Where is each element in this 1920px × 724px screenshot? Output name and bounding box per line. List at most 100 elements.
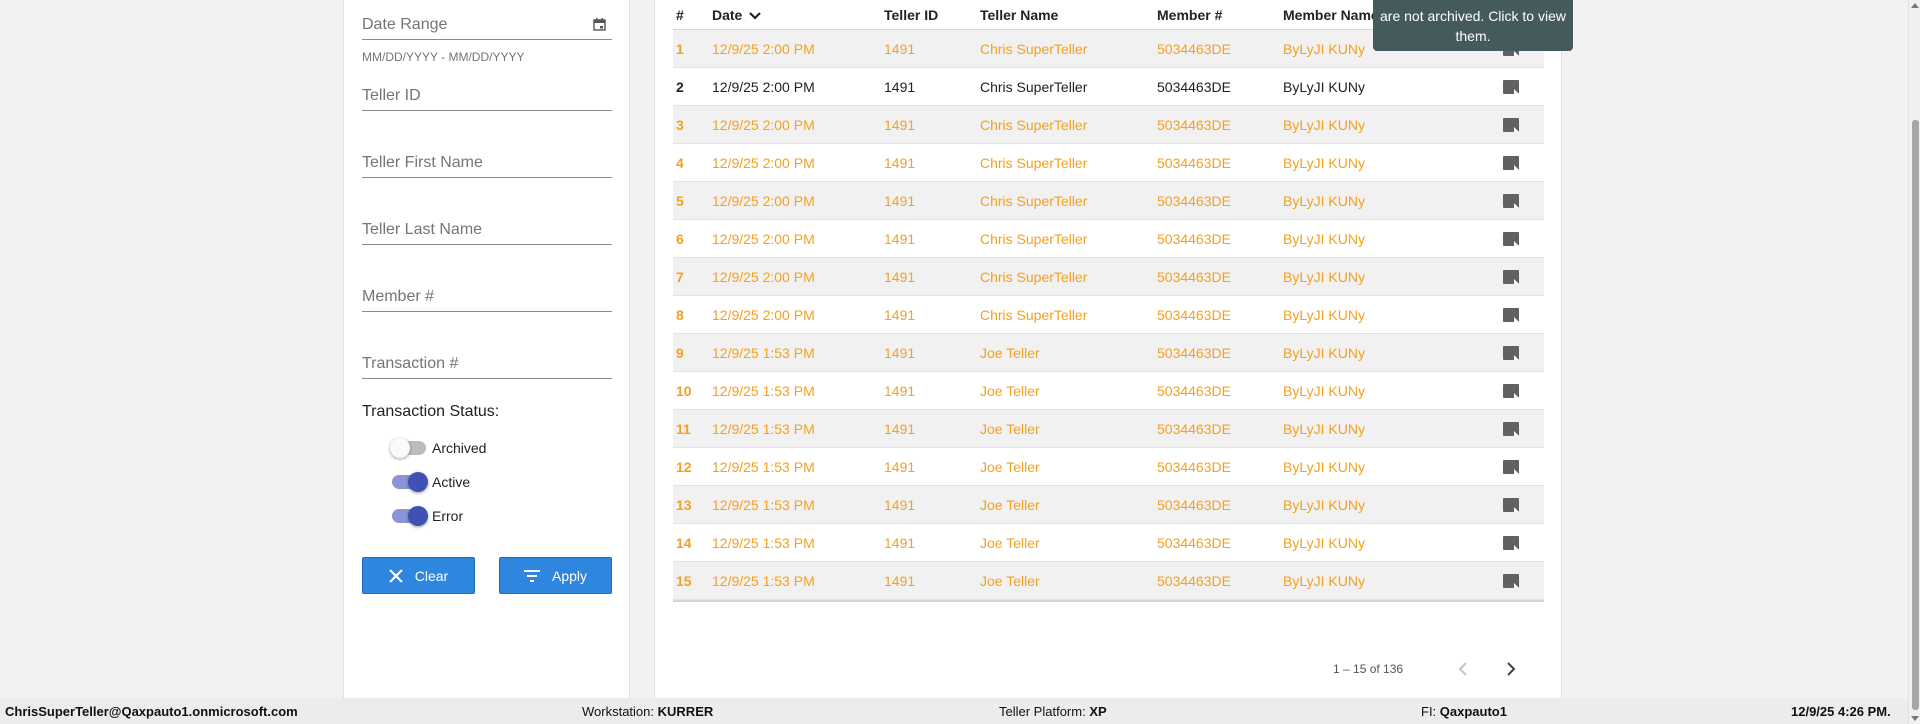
table-row[interactable]: 12 12/9/25 1:53 PM 1491 Joe Teller 5034463DE… xyxy=(673,448,1544,486)
note-icon-fold xyxy=(1514,164,1519,170)
table-row[interactable]: 11 12/9/25 1:53 PM 1491 Joe Teller 5034463DE… xyxy=(673,410,1544,448)
scroll-up-arrow-icon[interactable] xyxy=(1911,3,1919,8)
next-page-button[interactable] xyxy=(1500,658,1522,680)
error-toggle-label: Error xyxy=(432,508,464,524)
toggle-knob[interactable] xyxy=(390,438,410,458)
note-icon-fold xyxy=(1514,544,1519,550)
row-number: 8 xyxy=(676,306,684,323)
row-member-number: 5034463DE xyxy=(1157,306,1231,323)
filter-panel: Date Range MM/DD/YYYY - MM/DD/YYYY Telle… xyxy=(343,0,630,698)
note-icon[interactable] xyxy=(1503,459,1519,474)
table-bottom-divider xyxy=(673,600,1544,602)
toggle-knob[interactable] xyxy=(408,506,428,526)
archived-toggle[interactable]: Archived xyxy=(390,437,486,459)
filter-icon xyxy=(523,569,540,582)
row-date: 12/9/25 2:00 PM xyxy=(712,154,815,171)
clear-button[interactable]: Clear xyxy=(362,557,475,594)
chevron-down-icon[interactable] xyxy=(749,12,762,20)
table-row[interactable]: 6 12/9/25 2:00 PM 1491 Chris SuperTeller 503… xyxy=(673,220,1544,258)
calendar-icon[interactable] xyxy=(593,18,606,31)
table-row[interactable]: 15 12/9/25 1:53 PM 1491 Joe Teller 5034463DE… xyxy=(673,562,1544,600)
note-icon-fold xyxy=(1514,430,1519,436)
note-icon[interactable] xyxy=(1503,573,1519,588)
pagination-range: 1 – 15 of 136 xyxy=(1333,662,1404,676)
transaction-number-label: Transaction # xyxy=(362,355,459,372)
table-row[interactable]: 10 12/9/25 1:53 PM 1491 Joe Teller 5034463DE… xyxy=(673,372,1544,410)
scrollbar-thumb[interactable] xyxy=(1912,120,1919,710)
note-icon[interactable] xyxy=(1503,345,1519,360)
row-date: 12/9/25 1:53 PM xyxy=(712,458,815,475)
row-teller-id: 1491 xyxy=(884,192,916,209)
note-icon[interactable] xyxy=(1503,307,1519,322)
active-toggle[interactable]: Active xyxy=(392,471,470,493)
note-icon-fold xyxy=(1514,468,1519,474)
row-member-number: 5034463DE xyxy=(1157,116,1231,133)
note-icon[interactable] xyxy=(1503,231,1519,246)
table-row[interactable]: 9 12/9/25 1:53 PM 1491 Joe Teller 5034463DE B… xyxy=(673,334,1544,372)
column-header-teller-id[interactable]: Teller ID xyxy=(884,7,980,23)
row-date: 12/9/25 2:00 PM xyxy=(712,116,815,133)
note-icon[interactable] xyxy=(1503,79,1519,94)
note-icon[interactable] xyxy=(1503,497,1519,512)
column-header-member-number[interactable]: Member # xyxy=(1157,7,1283,23)
row-actions xyxy=(1481,231,1541,246)
status-user-value: ChrisSuperTeller@Qaxpauto1.onmicrosoft.c… xyxy=(5,704,298,719)
transactions-table: # Date Teller ID Teller Name Member # Me… xyxy=(673,0,1544,602)
note-icon[interactable] xyxy=(1503,383,1519,398)
row-teller-name: Chris SuperTeller xyxy=(980,78,1088,95)
note-icon-fold xyxy=(1514,316,1519,322)
row-member-name: ByLyJI KUNy xyxy=(1283,78,1365,95)
note-icon[interactable] xyxy=(1503,269,1519,284)
row-actions xyxy=(1481,573,1541,588)
table-row[interactable]: 7 12/9/25 2:00 PM 1491 Chris SuperTeller 503… xyxy=(673,258,1544,296)
row-teller-id: 1491 xyxy=(884,382,916,399)
row-member-number: 5034463DE xyxy=(1157,268,1231,285)
page-scrollbar[interactable] xyxy=(1908,0,1920,724)
table-row[interactable]: 13 12/9/25 1:53 PM 1491 Joe Teller 5034463DE… xyxy=(673,486,1544,524)
toggle-track[interactable] xyxy=(392,472,428,492)
column-header-teller-name[interactable]: Teller Name xyxy=(980,7,1157,23)
note-icon-fold xyxy=(1514,126,1519,132)
note-icon[interactable] xyxy=(1503,193,1519,208)
column-header-date[interactable]: Date xyxy=(712,7,884,23)
row-date: 12/9/25 2:00 PM xyxy=(712,230,815,247)
note-icon[interactable] xyxy=(1503,535,1519,550)
member-number-field[interactable]: Member # xyxy=(362,286,612,312)
row-actions xyxy=(1481,383,1541,398)
previous-page-button[interactable] xyxy=(1452,658,1474,680)
teller-id-field[interactable]: Teller ID xyxy=(362,85,612,111)
table-row[interactable]: 2 12/9/25 2:00 PM 1491 Chris SuperTeller 503… xyxy=(673,68,1544,106)
row-member-name: ByLyJI KUNy xyxy=(1283,572,1365,589)
column-header-number[interactable]: # xyxy=(673,7,712,23)
table-row[interactable]: 4 12/9/25 2:00 PM 1491 Chris SuperTeller 503… xyxy=(673,144,1544,182)
table-row[interactable]: 3 12/9/25 2:00 PM 1491 Chris SuperTeller 503… xyxy=(673,106,1544,144)
row-date: 12/9/25 1:53 PM xyxy=(712,496,815,513)
note-icon[interactable] xyxy=(1503,421,1519,436)
column-header-date-label: Date xyxy=(712,6,743,23)
transaction-number-field[interactable]: Transaction # xyxy=(362,353,612,379)
toggle-knob[interactable] xyxy=(408,472,428,492)
toggle-track[interactable] xyxy=(390,438,426,458)
row-teller-name: Chris SuperTeller xyxy=(980,40,1088,57)
row-teller-id: 1491 xyxy=(884,154,916,171)
status-workstation-label: Workstation: xyxy=(582,704,655,719)
row-actions xyxy=(1481,79,1541,94)
row-member-name: ByLyJI KUNy xyxy=(1283,116,1365,133)
row-member-name: ByLyJI KUNy xyxy=(1283,534,1365,551)
note-icon[interactable] xyxy=(1503,155,1519,170)
scroll-down-arrow-icon[interactable] xyxy=(1911,716,1919,721)
status-platform: Teller Platform: XP xyxy=(999,704,1107,719)
table-row[interactable]: 5 12/9/25 2:00 PM 1491 Chris SuperTeller 503… xyxy=(673,182,1544,220)
table-row[interactable]: 14 12/9/25 1:53 PM 1491 Joe Teller 5034463DE… xyxy=(673,524,1544,562)
toggle-track[interactable] xyxy=(392,506,428,526)
row-actions xyxy=(1481,421,1541,436)
apply-button[interactable]: Apply xyxy=(499,557,612,594)
note-icon-fold xyxy=(1514,88,1519,94)
error-toggle[interactable]: Error xyxy=(392,505,463,527)
table-row[interactable]: 8 12/9/25 2:00 PM 1491 Chris SuperTeller 503… xyxy=(673,296,1544,334)
date-range-field[interactable]: Date Range xyxy=(362,14,612,40)
teller-first-name-field[interactable]: Teller First Name xyxy=(362,152,612,178)
row-teller-name: Joe Teller xyxy=(980,344,1040,361)
teller-last-name-field[interactable]: Teller Last Name xyxy=(362,219,612,245)
note-icon[interactable] xyxy=(1503,117,1519,132)
